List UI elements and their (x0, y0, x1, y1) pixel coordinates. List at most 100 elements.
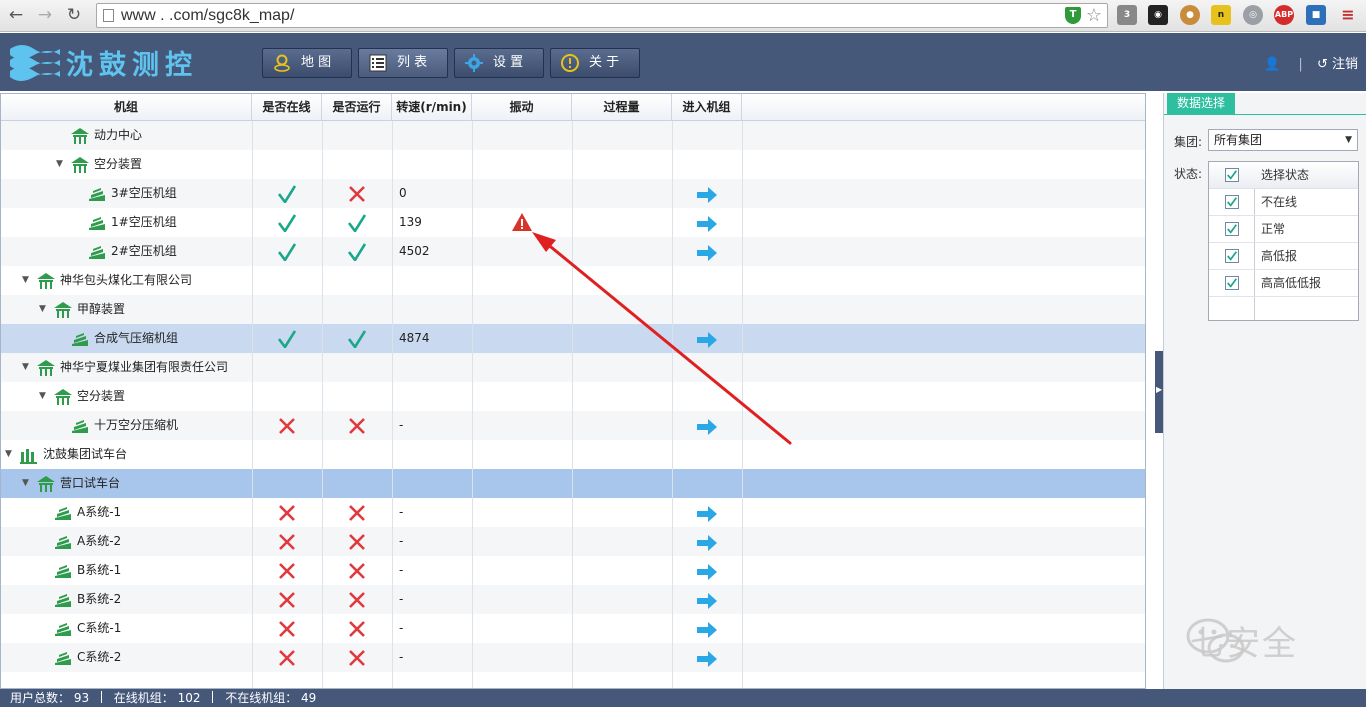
logout-icon[interactable]: ↺ (1317, 57, 1328, 72)
table-row[interactable]: 2#空压机组 4502 (1, 237, 1145, 266)
tab-list[interactable]: 列 表 (358, 48, 448, 78)
chrome-extension-icon[interactable]: ◎ (1243, 5, 1263, 25)
col-header-speed[interactable]: 转速(r/min) (392, 94, 472, 121)
shield-icon[interactable]: T (1065, 7, 1081, 24)
enter-unit-arrow-icon[interactable] (697, 564, 717, 580)
status-option-row[interactable]: 不在线 (1209, 189, 1358, 216)
col-header-enter[interactable]: 进入机组 (672, 94, 742, 121)
status-divider (100, 691, 102, 703)
table-row[interactable]: A系统-2 - (1, 527, 1145, 556)
table-row[interactable]: 1#空压机组 139 (1, 208, 1145, 237)
status-option-row[interactable]: 正常 (1209, 216, 1358, 243)
table-row[interactable]: ▼ 神华宁夏煤业集团有限责任公司 (1, 353, 1145, 382)
tree-expander-icon[interactable]: ▼ (5, 440, 12, 469)
unit-name: C系统-1 (77, 621, 122, 635)
adblock-icon[interactable]: ABP (1274, 5, 1294, 25)
table-row[interactable]: 动力中心 (1, 121, 1145, 150)
enter-unit-arrow-icon[interactable] (697, 245, 717, 261)
table-row[interactable]: B系统-2 - (1, 585, 1145, 614)
enter-unit-arrow-icon[interactable] (697, 332, 717, 348)
header-divider: | (1298, 57, 1303, 72)
col-header-running[interactable]: 是否运行 (322, 94, 392, 121)
status-option-row[interactable]: 高低报 (1209, 243, 1358, 270)
panel-collapse-handle[interactable]: ▶ (1155, 351, 1163, 433)
tree-expander-icon[interactable]: ▼ (39, 295, 46, 324)
col-header-online[interactable]: 是否在线 (252, 94, 322, 121)
table-row[interactable]: ▼ 空分装置 (1, 150, 1145, 179)
back-arrow-icon[interactable]: ← (4, 4, 28, 26)
table-row[interactable]: ▼ 沈鼓集团试车台 (1, 440, 1145, 469)
speed-value: - (399, 650, 404, 664)
checkmark-icon (1227, 197, 1237, 207)
table-row[interactable]: ▼ 空分装置 (1, 382, 1145, 411)
tab-settings[interactable]: 设 置 (454, 48, 544, 78)
online-check-icon (278, 185, 296, 203)
enter-unit-arrow-icon[interactable] (697, 216, 717, 232)
table-row[interactable]: 合成气压缩机组 4874 (1, 324, 1145, 353)
unit-name: A系统-2 (77, 534, 122, 548)
tree-expander-icon[interactable]: ▼ (22, 353, 29, 382)
speed-value: - (399, 621, 404, 635)
enter-unit-arrow-icon[interactable] (697, 187, 717, 203)
enter-unit-arrow-icon[interactable] (697, 535, 717, 551)
table-row[interactable]: C系统-1 - (1, 614, 1145, 643)
status-checkbox[interactable] (1225, 249, 1239, 263)
tree-expander-icon[interactable]: ▼ (22, 469, 29, 498)
forward-arrow-icon[interactable]: → (33, 4, 57, 26)
enter-unit-arrow-icon[interactable] (697, 419, 717, 435)
tab-list-label: 列 表 (397, 55, 428, 70)
address-bar[interactable]: www . .com/sgc8k_map/ T ☆ (96, 3, 1108, 28)
tree-expander-icon[interactable]: ▼ (56, 150, 63, 179)
unit-name: 空分装置 (94, 157, 143, 171)
tab-map-label: 地 图 (301, 55, 332, 70)
select-all-checkbox[interactable] (1225, 168, 1239, 182)
tab-about[interactable]: 关 于 (550, 48, 640, 78)
enter-unit-arrow-icon[interactable] (697, 622, 717, 638)
user-icon[interactable]: 👤 (1264, 57, 1280, 72)
col-header-process[interactable]: 过程量 (572, 94, 672, 121)
status-option-label: 正常 (1261, 222, 1286, 236)
speed-value: - (399, 592, 404, 606)
table-row[interactable]: C系统-2 - (1, 643, 1145, 672)
compressor-icon (89, 246, 105, 259)
menu-icon[interactable]: ≡ (1338, 5, 1358, 25)
col-header-vibration[interactable]: 振动 (472, 94, 572, 121)
status-checkbox[interactable] (1225, 276, 1239, 290)
vibration-warning-icon[interactable] (511, 212, 533, 232)
n-extension-icon[interactable]: n (1211, 5, 1231, 25)
table-row[interactable]: 3#空压机组 0 (1, 179, 1145, 208)
mask-extension-icon[interactable]: ◉ (1148, 5, 1168, 25)
cookie-extension-icon[interactable]: ● (1180, 5, 1200, 25)
enter-unit-arrow-icon[interactable] (697, 506, 717, 522)
status-checkbox[interactable] (1225, 195, 1239, 209)
table-row[interactable]: ▼ 营口试车台 (1, 469, 1145, 498)
status-checkbox[interactable] (1225, 222, 1239, 236)
status-option-row[interactable]: 高高低低报 (1209, 270, 1358, 297)
url-text[interactable]: www . .com/sgc8k_map/ (121, 7, 294, 25)
logout-button[interactable]: 注销 (1332, 57, 1358, 72)
tree-expander-icon[interactable]: ▼ (22, 266, 29, 295)
offline-units-count: 49 (301, 691, 317, 705)
enter-unit-arrow-icon[interactable] (697, 651, 717, 667)
enter-unit-arrow-icon[interactable] (697, 593, 717, 609)
reload-icon[interactable]: ↻ (62, 4, 86, 26)
bookmark-extension-icon[interactable]: ■ (1306, 5, 1326, 25)
status-option-label: 不在线 (1261, 195, 1298, 209)
table-row[interactable]: ▼ 神华包头煤化工有限公司 (1, 266, 1145, 295)
status-header-row[interactable]: 选择状态 (1209, 162, 1358, 189)
extension-puzzle-icon[interactable]: 3 (1117, 5, 1137, 25)
compressor-icon (55, 652, 71, 665)
table-row[interactable]: B系统-1 - (1, 556, 1145, 585)
group-select[interactable]: 所有集团 ▼ (1208, 129, 1358, 151)
table-row[interactable]: 十万空分压缩机 - (1, 411, 1145, 440)
compressor-icon (55, 507, 71, 520)
tree-expander-icon[interactable]: ▼ (39, 382, 46, 411)
status-option-label: 高低报 (1261, 249, 1298, 263)
data-select-tab[interactable]: 数据选择 (1167, 93, 1236, 114)
table-row[interactable]: ▼ 甲醇装置 (1, 295, 1145, 324)
table-row[interactable]: A系统-1 - (1, 498, 1145, 527)
tab-map[interactable]: 地 图 (262, 48, 352, 78)
list-icon (369, 54, 387, 72)
col-header-unit[interactable]: 机组 (1, 94, 252, 121)
bookmark-star-icon[interactable]: ☆ (1086, 5, 1102, 26)
